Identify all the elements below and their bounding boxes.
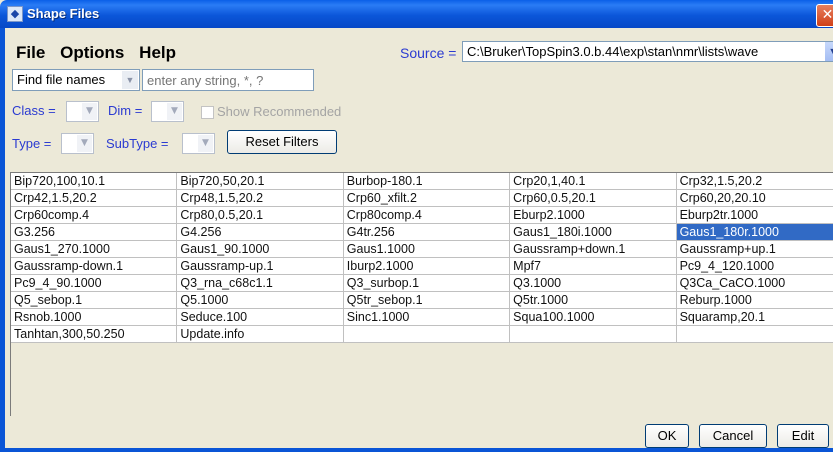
table-cell[interactable]: Crp20,1,40.1 (510, 173, 677, 190)
table-cell[interactable]: Tanhtan,300,50.250 (11, 326, 178, 343)
show-recommended-checkbox[interactable] (201, 106, 214, 119)
find-mode-select[interactable]: Find file names ▼ (12, 69, 140, 91)
table-row: Rsnob.1000 Seduce.100 Sinc1.1000 Squa100.10… (11, 309, 833, 326)
table-cell (676, 326, 833, 343)
type-label: Type = (12, 136, 52, 151)
table-cell[interactable]: Crp60comp.4 (11, 207, 178, 224)
table-cell[interactable]: Crp60,20,20.10 (676, 190, 833, 207)
menu-file[interactable]: File (16, 43, 45, 63)
table-cell[interactable]: Gaussramp+down.1 (510, 241, 677, 258)
show-recommended-label: Show Recommended (217, 104, 342, 119)
chevron-down-icon: ▼ (198, 135, 213, 152)
table-cell[interactable]: Squaramp,20.1 (676, 309, 833, 326)
table-cell[interactable]: Gaussramp-down.1 (11, 258, 178, 275)
find-input[interactable] (142, 69, 314, 91)
dim-select[interactable]: ▼ (151, 101, 184, 122)
table-row: Bip720,100,10.1 Bip720,50,20.1 Burbop-180.… (11, 173, 833, 190)
app-icon: ◆ (7, 6, 23, 22)
table-row: Gaus1_270.1000 Gaus1_90.1000 Gaus1.1000 Gau… (11, 241, 833, 258)
table-cell[interactable]: Bip720,100,10.1 (11, 173, 178, 190)
class-select[interactable]: ▼ (66, 101, 99, 122)
table-cell[interactable]: Crp60_xfilt.2 (343, 190, 511, 207)
table-cell[interactable]: Burbop-180.1 (343, 173, 511, 190)
table-row: Crp60comp.4 Crp80,0.5,20.1 Crp80comp.4 Ebur… (11, 207, 833, 224)
table-cell[interactable]: Q5_sebop.1 (11, 292, 178, 309)
edit-button[interactable]: Edit (777, 424, 829, 448)
table-row: Tanhtan,300,50.250 Update.info (11, 326, 833, 343)
table-cell[interactable]: Crp80,0.5,20.1 (177, 207, 344, 224)
table-cell[interactable]: Bip720,50,20.1 (177, 173, 344, 190)
table-cell[interactable]: Crp32,1.5,20.2 (676, 173, 833, 190)
menu-bar: File Options Help (16, 43, 187, 63)
table-cell[interactable]: Gaus1_90.1000 (177, 241, 344, 258)
table-cell[interactable]: Gaus1_270.1000 (11, 241, 178, 258)
type-select[interactable]: ▼ (61, 133, 94, 154)
table-cell[interactable]: Q3Ca_CaCO.1000 (676, 275, 833, 292)
table-cell[interactable]: Sinc1.1000 (343, 309, 511, 326)
table-row: Pc9_4_90.1000 Q3_rna_c68c1.1 Q3_surbop.1 Q3… (11, 275, 833, 292)
table-cell[interactable]: Crp80comp.4 (343, 207, 511, 224)
reset-filters-button[interactable]: Reset Filters (227, 130, 337, 154)
table-cell[interactable]: Gaus1_180r.1000 (676, 224, 833, 241)
table-cell[interactable]: Gaussramp-up.1 (177, 258, 344, 275)
table-cell[interactable]: Update.info (177, 326, 344, 343)
menu-help[interactable]: Help (139, 43, 176, 63)
table-cell[interactable]: Seduce.100 (177, 309, 344, 326)
table-cell[interactable]: Crp60,0.5,20.1 (510, 190, 677, 207)
table-row: Crp42,1.5,20.2 Crp48,1.5,20.2 Crp60_xfilt.… (11, 190, 833, 207)
table-cell[interactable]: Gaus1.1000 (343, 241, 511, 258)
table-cell[interactable]: Gaussramp+up.1 (676, 241, 833, 258)
table-cell[interactable]: Iburp2.1000 (343, 258, 511, 275)
table-cell[interactable]: G4tr.256 (343, 224, 511, 241)
table-cell[interactable]: Eburp2tr.1000 (676, 207, 833, 224)
table-cell[interactable]: G3.256 (11, 224, 178, 241)
close-button[interactable]: ✕ (816, 4, 833, 27)
table-cell (343, 326, 511, 343)
chevron-down-icon[interactable]: ▼ (122, 71, 138, 89)
table-cell[interactable]: Q5tr.1000 (510, 292, 677, 309)
table-row: Q5_sebop.1 Q5.1000 Q5tr_sebop.1 Q5tr.1000 Re… (11, 292, 833, 309)
cancel-button[interactable]: Cancel (699, 424, 767, 448)
table-cell[interactable]: Q3_surbop.1 (343, 275, 511, 292)
table-cell[interactable]: Q5tr_sebop.1 (343, 292, 511, 309)
table-cell[interactable]: Gaus1_180i.1000 (510, 224, 677, 241)
table-cell[interactable]: Pc9_4_90.1000 (11, 275, 178, 292)
table-cell (510, 326, 677, 343)
table-cell[interactable]: G4.256 (177, 224, 344, 241)
chevron-down-icon[interactable]: ▼ (825, 42, 833, 61)
file-table-rows: Bip720,100,10.1 Bip720,50,20.1 Burbop-180.… (11, 173, 833, 343)
table-cell[interactable]: Mpf7 (510, 258, 677, 275)
chevron-down-icon: ▼ (167, 103, 182, 120)
title-bar: ◆ Shape Files ✕ (0, 0, 833, 28)
subtype-label: SubType = (106, 136, 169, 151)
table-cell[interactable]: Reburp.1000 (676, 292, 833, 309)
table-cell[interactable]: Eburp2.1000 (510, 207, 677, 224)
subtype-select[interactable]: ▼ (182, 133, 215, 154)
chevron-down-icon: ▼ (77, 135, 92, 152)
ok-button[interactable]: OK (645, 424, 689, 448)
window-frame-left (0, 28, 5, 452)
file-table: Bip720,100,10.1 Bip720,50,20.1 Burbop-180.… (10, 172, 833, 416)
table-cell[interactable]: Rsnob.1000 (11, 309, 178, 326)
window-frame-bottom (0, 448, 833, 452)
dim-label: Dim = (108, 103, 143, 118)
table-cell[interactable]: Crp48,1.5,20.2 (177, 190, 344, 207)
source-select[interactable]: C:\Bruker\TopSpin3.0.b.44\exp\stan\nmr\l… (462, 41, 833, 62)
table-row: G3.256 G4.256 G4tr.256 Gaus1_180i.1000 Gaus1… (11, 224, 833, 241)
table-cell[interactable]: Q3.1000 (510, 275, 677, 292)
chevron-down-icon: ▼ (82, 103, 97, 120)
table-cell[interactable]: Q3_rna_c68c1.1 (177, 275, 344, 292)
class-label: Class = (12, 103, 56, 118)
source-label: Source = (400, 45, 457, 61)
table-row: Gaussramp-down.1 Gaussramp-up.1 Iburp2.100… (11, 258, 833, 275)
table-cell[interactable]: Q5.1000 (177, 292, 344, 309)
table-cell[interactable]: Squa100.1000 (510, 309, 677, 326)
table-cell[interactable]: Crp42,1.5,20.2 (11, 190, 178, 207)
source-path: C:\Bruker\TopSpin3.0.b.44\exp\stan\nmr\l… (467, 44, 759, 59)
menu-options[interactable]: Options (60, 43, 124, 63)
find-mode-label: Find file names (17, 72, 106, 87)
table-cell[interactable]: Pc9_4_120.1000 (676, 258, 833, 275)
window-title: Shape Files (27, 6, 100, 21)
